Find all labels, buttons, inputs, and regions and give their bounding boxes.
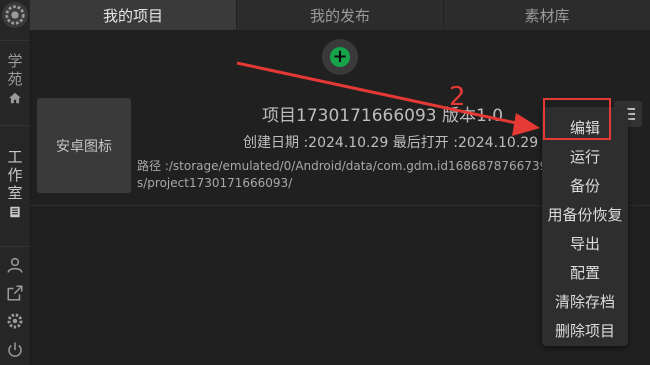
- power-icon[interactable]: [6, 341, 24, 359]
- gear-logo-icon[interactable]: [2, 2, 28, 28]
- plus-circle-icon: +: [330, 47, 350, 67]
- menu-item-export[interactable]: 导出: [542, 229, 628, 258]
- menu-item-restore-backup[interactable]: 用备份恢复: [542, 200, 628, 229]
- sidebar-item-academy[interactable]: 学苑: [0, 52, 30, 105]
- sidebar-item-studio-label: 工作室: [7, 148, 23, 202]
- add-project-button[interactable]: +: [322, 39, 358, 75]
- tab-asset-library[interactable]: 素材库: [444, 0, 650, 30]
- settings-icon[interactable]: [6, 312, 24, 330]
- home-icon: [8, 91, 22, 105]
- top-tab-bar: 我的项目 我的发布 素材库: [30, 0, 650, 30]
- menu-item-clear-save[interactable]: 清除存档: [542, 287, 628, 316]
- menu-item-config[interactable]: 配置: [542, 258, 628, 287]
- menu-item-run[interactable]: 运行: [542, 142, 628, 171]
- menu-item-delete-project[interactable]: 删除项目: [542, 316, 628, 345]
- tab-my-releases[interactable]: 我的发布: [237, 0, 444, 30]
- sidebar-item-studio[interactable]: 工作室: [0, 148, 30, 219]
- project-context-menu: 编辑 运行 备份 用备份恢复 导出 配置 清除存档 删除项目: [542, 107, 628, 346]
- tab-my-projects[interactable]: 我的项目: [30, 0, 237, 30]
- project-title: 项目1730171666093 版本1.0: [262, 106, 504, 126]
- sidebar-item-academy-label: 学苑: [7, 52, 23, 88]
- annotation-highlight-box: [543, 98, 611, 140]
- user-icon[interactable]: [6, 256, 24, 274]
- book-icon: [8, 205, 22, 219]
- external-link-icon[interactable]: [6, 284, 24, 302]
- left-sidebar: 学苑 工作室: [0, 0, 31, 365]
- project-thumbnail[interactable]: 安卓图标: [37, 98, 131, 193]
- project-dates: 创建日期 :2024.10.29 最后打开 :2024.10.29: [243, 135, 539, 151]
- annotation-step-number: 2: [449, 82, 466, 112]
- menu-item-backup[interactable]: 备份: [542, 171, 628, 200]
